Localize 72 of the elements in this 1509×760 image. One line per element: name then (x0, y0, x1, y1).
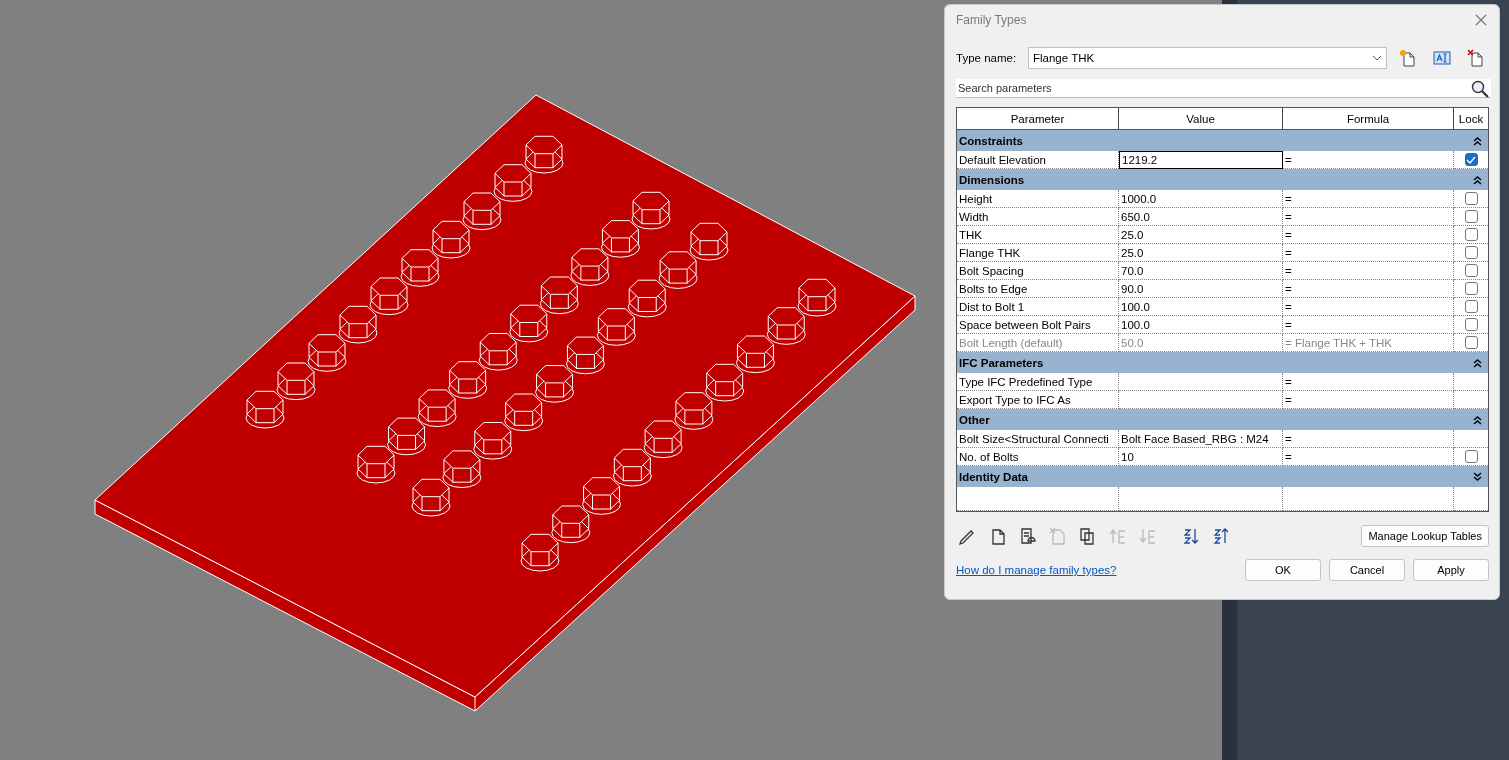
group-header[interactable]: Other (957, 409, 1488, 430)
formula-cell[interactable]: = (1283, 280, 1454, 298)
column-header[interactable]: Value (1119, 108, 1283, 129)
formula-cell[interactable]: = (1283, 262, 1454, 280)
value-cell: 25.0 (1119, 244, 1283, 262)
column-header[interactable]: Lock (1454, 108, 1488, 129)
group-header[interactable]: IFC Parameters (957, 352, 1488, 373)
group-title: Dimensions (959, 173, 1025, 186)
formula-cell[interactable]: = (1283, 373, 1454, 391)
value-cell: 25.0 (1119, 226, 1283, 244)
lock-checkbox[interactable] (1464, 282, 1478, 295)
delete-document-icon (1467, 49, 1485, 67)
lock-checkbox[interactable] (1464, 153, 1478, 166)
group-title: IFC Parameters (959, 356, 1044, 369)
value-field[interactable]: 1219.2 (1119, 151, 1283, 169)
column-header[interactable]: Parameter (957, 108, 1119, 129)
document-cloud-icon (1018, 526, 1038, 546)
formula-cell[interactable]: = (1283, 244, 1454, 262)
formula-cell[interactable]: = (1283, 298, 1454, 316)
value-cell: 650.0 (1119, 208, 1283, 226)
value-cell: 90.0 (1119, 280, 1283, 298)
caret-icon (1372, 55, 1382, 61)
group-title: Identity Data (959, 470, 1028, 483)
manage-lookup-tables-button[interactable]: Manage Lookup Tables (1361, 525, 1489, 547)
lock-checkbox[interactable] (1464, 246, 1478, 259)
lock-checkbox[interactable] (1464, 264, 1478, 277)
parameter-name: Bolts to Edge (957, 280, 1119, 298)
parameter-name: Width (957, 208, 1119, 226)
type-name-dropdown[interactable]: Flange THK (1028, 47, 1387, 69)
group-header[interactable]: Identity Data (957, 466, 1488, 487)
formula-cell[interactable]: = (1283, 208, 1454, 226)
parameter-name: Bolt Size<Structural Connecti (957, 430, 1119, 448)
formula-cell[interactable]: = (1283, 430, 1454, 448)
column-header[interactable]: Formula (1283, 108, 1454, 129)
group-title: Other (959, 413, 990, 426)
delete-document-icon (1048, 526, 1068, 546)
parameter-name: Dist to Bolt 1 (957, 298, 1119, 316)
dialog-button[interactable]: OK (1245, 559, 1321, 581)
lock-checkbox[interactable] (1464, 210, 1478, 223)
parameter-name: Space between Bolt Pairs (957, 316, 1119, 334)
parameter-name: THK (957, 226, 1119, 244)
parameter-name: Flange THK (957, 244, 1119, 262)
search-field[interactable]: Search parameters (956, 79, 1491, 98)
parameter-name: Bolt Spacing (957, 262, 1119, 280)
lock-checkbox[interactable] (1464, 192, 1478, 205)
parameter-name: Type IFC Predefined Type (957, 373, 1119, 391)
formula-cell[interactable]: = (1283, 190, 1454, 208)
window-title: Family Types (956, 13, 1028, 27)
new-document-icon (1399, 49, 1417, 67)
lock-checkbox[interactable] (1464, 318, 1478, 331)
formula-cell[interactable]: = (1283, 226, 1454, 244)
help-link[interactable]: How do I manage family types? (956, 564, 1117, 576)
dialog-button[interactable]: Apply (1413, 559, 1489, 581)
value-cell: 100.0 (1119, 298, 1283, 316)
type-name-label: Type name: (956, 52, 1018, 64)
lock-checkbox[interactable] (1464, 450, 1478, 463)
value-cell: 70.0 (1119, 262, 1283, 280)
lock-checkbox[interactable] (1464, 228, 1478, 241)
close-button[interactable] (1473, 12, 1489, 28)
group-header[interactable]: Dimensions (957, 169, 1488, 190)
dialog-button[interactable]: Cancel (1329, 559, 1405, 581)
group-header[interactable]: Constraints (957, 130, 1488, 151)
value-cell: 1000.0 (1119, 190, 1283, 208)
move-down-icon (1138, 526, 1158, 546)
rename-icon (1433, 50, 1451, 66)
value-cell: Bolt Face Based_RBG : M24 (1119, 430, 1283, 448)
lock-checkbox[interactable] (1464, 300, 1478, 313)
formula-cell[interactable]: = (1283, 316, 1454, 334)
parameter-name: Height (957, 190, 1119, 208)
value-cell: 100.0 (1119, 316, 1283, 334)
group-title: Constraints (959, 134, 1023, 147)
close-icon (1475, 14, 1487, 26)
